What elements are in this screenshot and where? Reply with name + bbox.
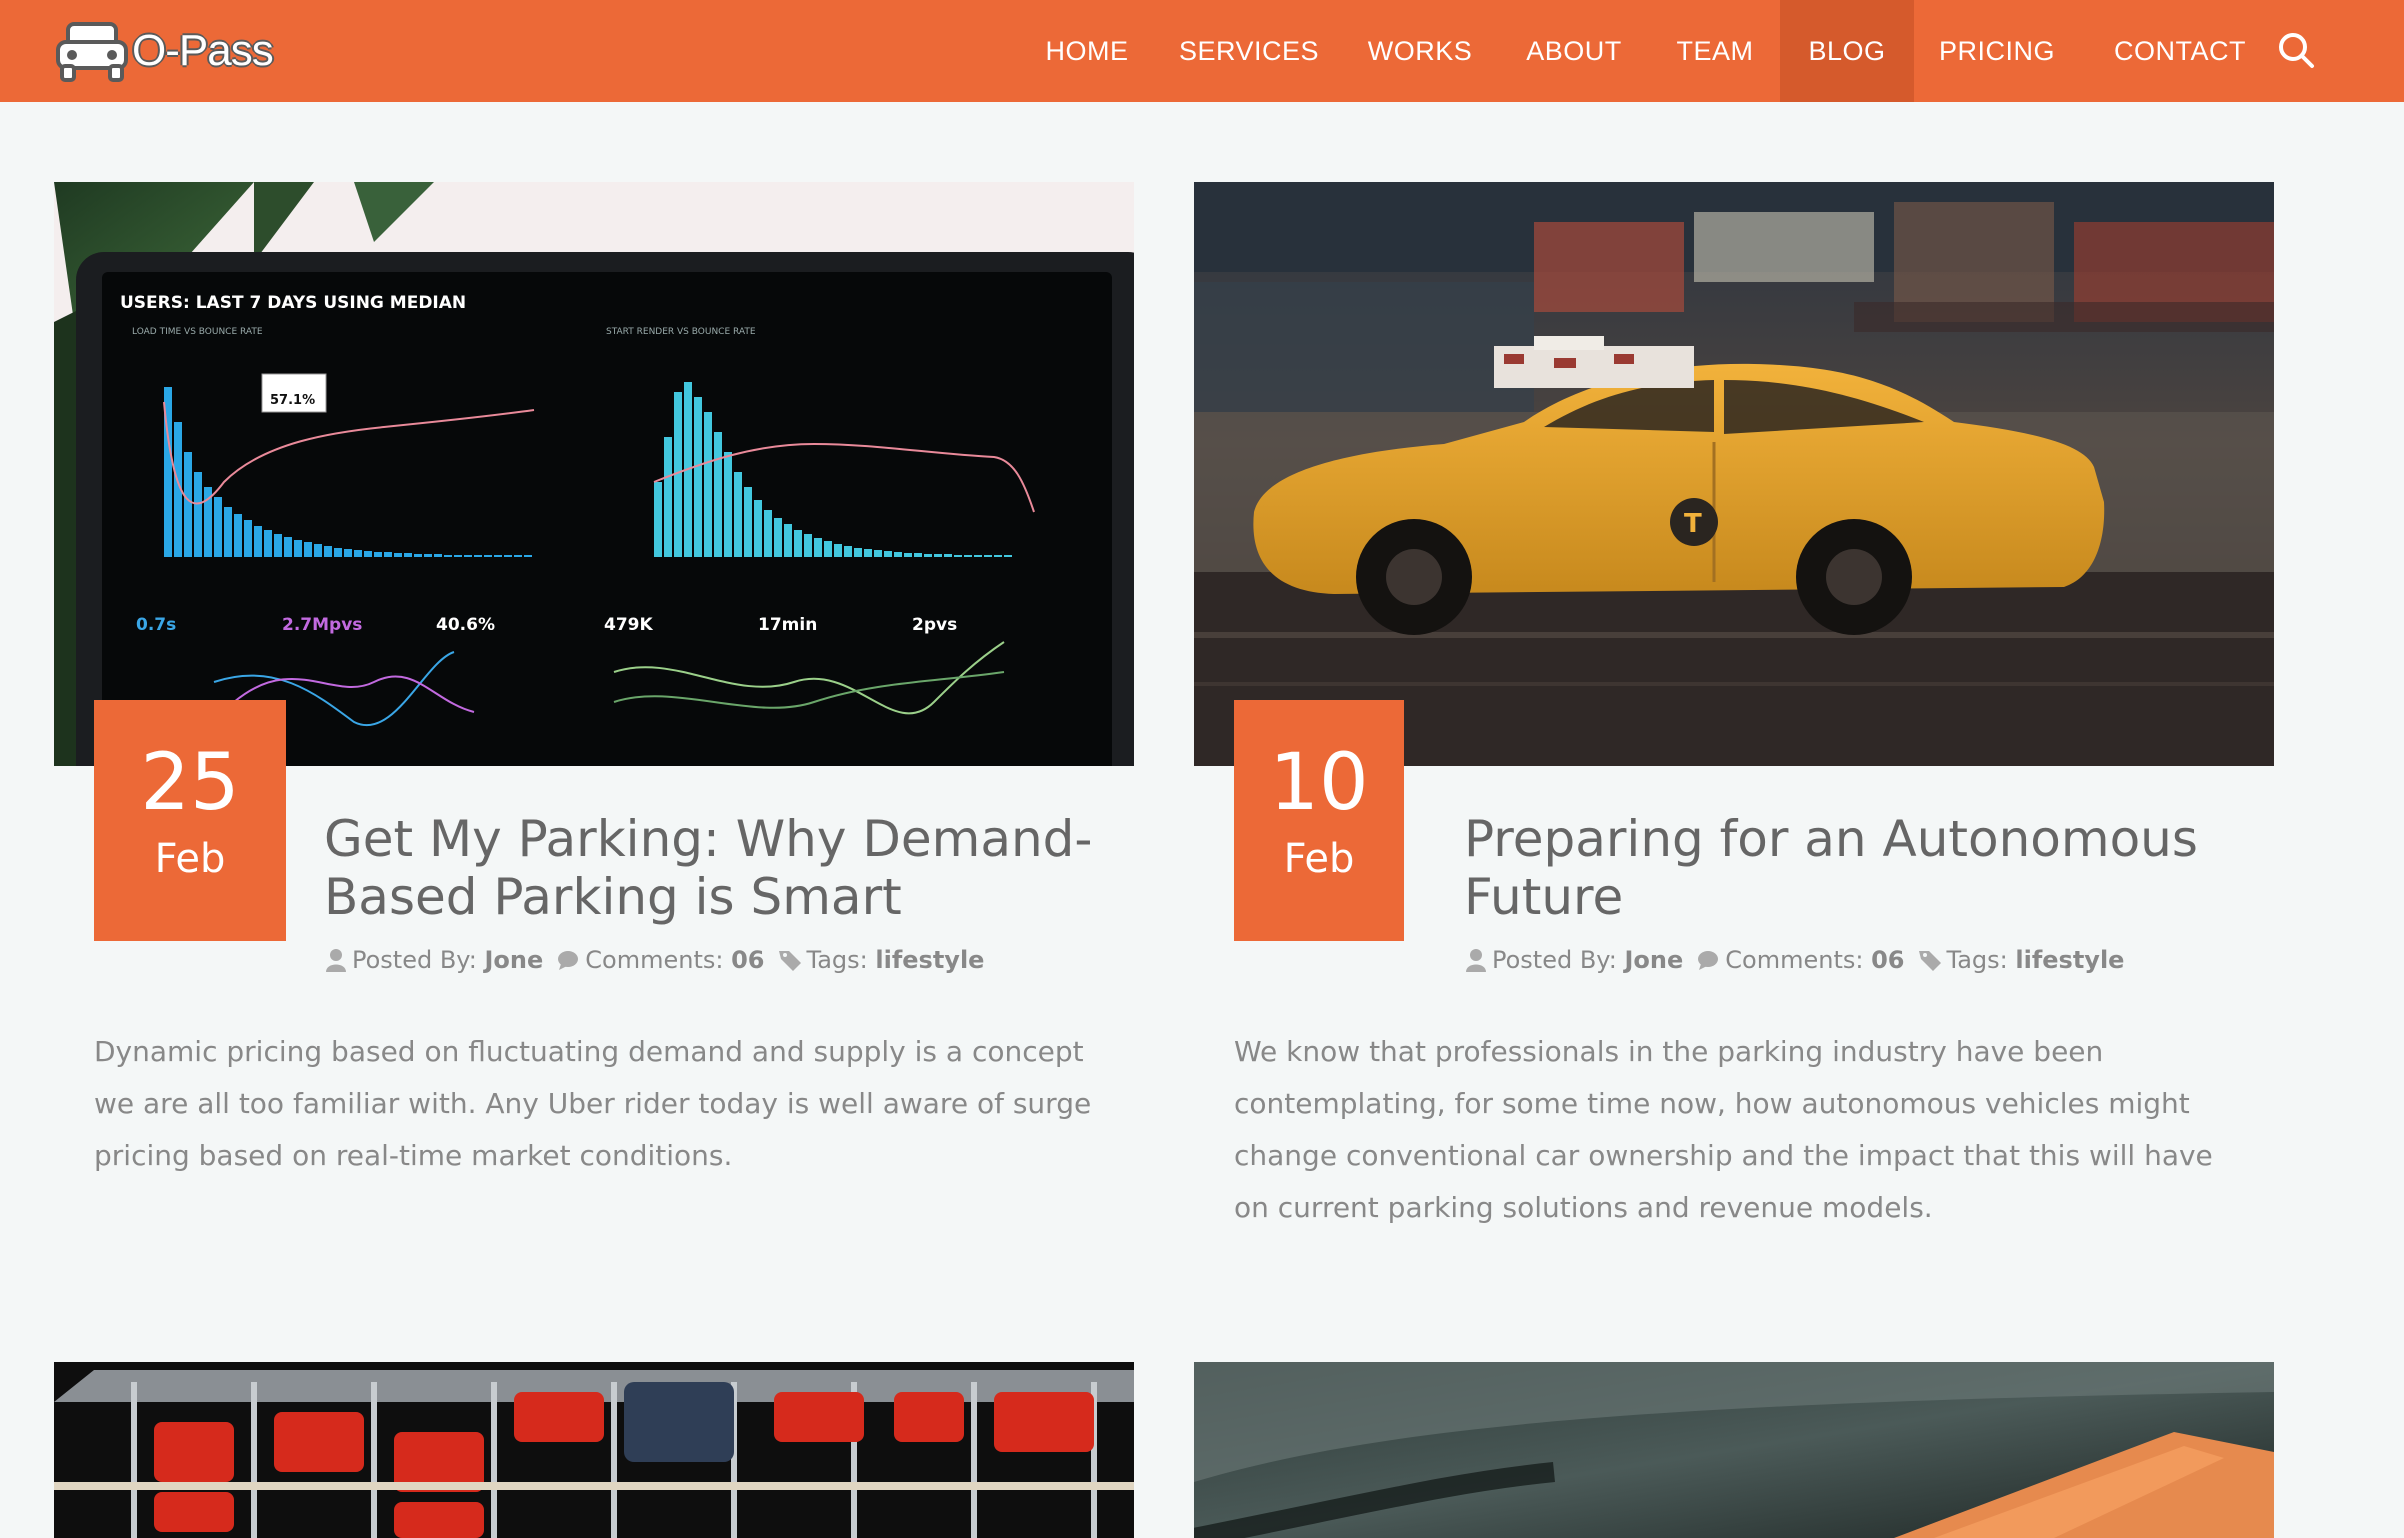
svg-text:T: T	[1684, 509, 1702, 539]
post-image-parking-structure[interactable]	[54, 1362, 1134, 1538]
tooltip-value: 57.1%	[270, 393, 315, 408]
tags-label: Tags:	[1946, 946, 2008, 974]
comments-label: Comments:	[585, 946, 724, 974]
post-title[interactable]: Preparing for an Autonomous Future	[1464, 810, 2244, 926]
date-month: Feb	[154, 836, 226, 882]
post-date-badge: 10 Feb	[1234, 700, 1404, 941]
panel2-title: START RENDER VS BOUNCE RATE	[606, 327, 756, 337]
nav-about[interactable]: ABOUT	[1516, 0, 1632, 102]
post-tag[interactable]: lifestyle	[2015, 946, 2124, 974]
post-meta: Posted By: Jone Comments: 06 Tags: lifes…	[326, 946, 998, 974]
nav-home[interactable]: HOME	[1030, 0, 1144, 102]
post-author[interactable]: Jone	[1625, 946, 1684, 974]
user-icon	[326, 949, 346, 972]
logo[interactable]: O-Pass	[54, 18, 274, 84]
posted-by-label: Posted By:	[352, 946, 477, 974]
comments-label: Comments:	[1725, 946, 1864, 974]
comments-count: 06	[1871, 946, 1905, 974]
stat-bounce-rate: 40.6%	[436, 615, 495, 635]
search-icon[interactable]	[2274, 28, 2318, 72]
user-icon	[1466, 949, 1486, 972]
logo-text: O-Pass	[132, 26, 274, 75]
tags-label: Tags:	[806, 946, 868, 974]
dashboard-heading: USERS: LAST 7 DAYS USING MEDIAN	[120, 293, 466, 313]
post-meta: Posted By: Jone Comments: 06 Tags: lifes…	[1466, 946, 2138, 974]
stat-page-load: 0.7s	[136, 615, 176, 635]
post-image-taxi[interactable]: T	[1194, 182, 2274, 766]
tag-icon	[1918, 951, 1941, 971]
nav-team[interactable]: TEAM	[1668, 0, 1762, 102]
post-excerpt: Dynamic pricing based on fluctuating dem…	[94, 1035, 1092, 1172]
date-day: 25	[140, 738, 240, 828]
date-day: 10	[1269, 738, 1369, 828]
nav-pricing[interactable]: PRICING	[1932, 0, 2062, 102]
posted-by-label: Posted By:	[1492, 946, 1617, 974]
comment-icon	[558, 951, 579, 970]
date-month: Feb	[1283, 836, 1355, 882]
taxi-image: T	[1194, 182, 2274, 766]
post-tag[interactable]: lifestyle	[875, 946, 984, 974]
tag-icon	[778, 951, 801, 971]
nav-blog[interactable]: BLOG	[1780, 0, 1914, 102]
stat-page-views: 2.7Mpvs	[282, 615, 362, 635]
post-image-parking-ticket[interactable]	[1194, 1362, 2274, 1538]
top-navbar: O-Pass HOME SERVICES WORKS ABOUT TEAM BL…	[0, 0, 2404, 102]
post-date-badge: 25 Feb	[94, 700, 286, 941]
stat-session-length: 17min	[758, 615, 817, 635]
nav-contact[interactable]: CONTACT	[2100, 0, 2260, 102]
parking-ticket-image	[1194, 1362, 2274, 1538]
post-excerpt: We know that professionals in the parkin…	[1234, 1035, 2213, 1224]
comment-icon	[1698, 951, 1719, 970]
nav-works[interactable]: WORKS	[1360, 0, 1480, 102]
panel1-title: LOAD TIME VS BOUNCE RATE	[132, 327, 263, 337]
post-author[interactable]: Jone	[485, 946, 544, 974]
parking-structure-image	[54, 1362, 1134, 1538]
post-title[interactable]: Get My Parking: Why Demand-Based Parking…	[324, 810, 1104, 926]
analytics-dashboard-image: USERS: LAST 7 DAYS USING MEDIAN LOAD TIM…	[54, 182, 1134, 766]
car-logo-icon	[56, 22, 128, 82]
post-image-analytics[interactable]: USERS: LAST 7 DAYS USING MEDIAN LOAD TIM…	[54, 182, 1134, 766]
comments-count: 06	[731, 946, 765, 974]
stat-pvs: 2pvs	[912, 615, 957, 635]
nav-services[interactable]: SERVICES	[1176, 0, 1322, 102]
stat-sessions: 479K	[604, 615, 653, 635]
